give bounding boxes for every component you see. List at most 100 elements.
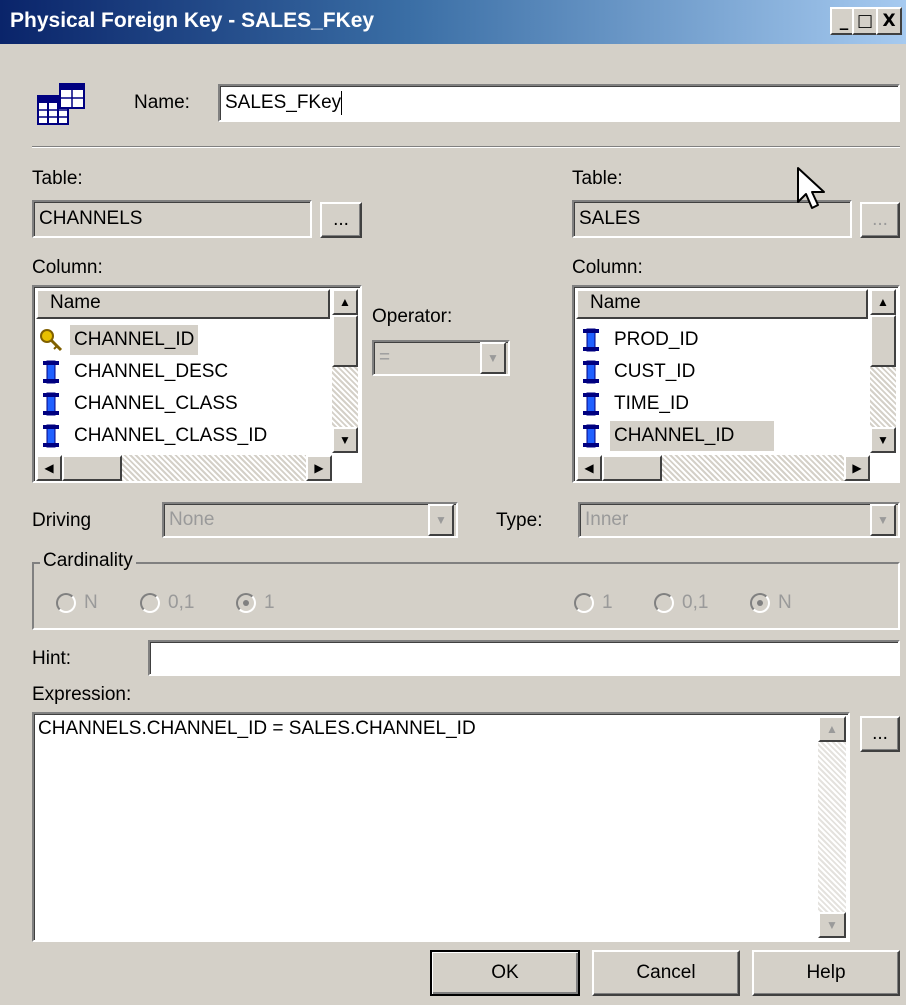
list-item[interactable]: CUST_ID <box>578 357 699 387</box>
right-column-header[interactable]: Name <box>576 289 868 319</box>
radio-icon <box>654 593 674 613</box>
name-input-value: SALES_FKey <box>225 92 342 113</box>
left-list-horizontal-scrollbar[interactable]: ◀ ▶ <box>36 455 332 481</box>
right-column-list[interactable]: Name PROD_ID CUST_ID TIME_ID CHANNEL_ID <box>572 285 900 483</box>
cancel-button[interactable]: Cancel <box>592 950 740 996</box>
cardinality-right-1-radio[interactable]: 1 <box>574 592 613 614</box>
left-table-browse-button[interactable]: ... <box>320 202 362 238</box>
chevron-down-icon[interactable]: ▼ <box>870 504 896 536</box>
right-column-label: Column: <box>572 257 643 278</box>
radio-label: 1 <box>602 592 613 613</box>
scroll-thumb[interactable] <box>332 315 358 367</box>
scroll-up-icon[interactable]: ▲ <box>870 289 896 315</box>
right-table-browse-button[interactable]: ... <box>860 202 900 238</box>
scroll-up-icon[interactable]: ▲ <box>818 716 846 742</box>
left-column-label: Column: <box>32 257 103 278</box>
radio-label: 0,1 <box>682 592 709 613</box>
driving-label: Driving <box>32 510 92 531</box>
help-button[interactable]: Help <box>752 950 900 996</box>
left-column-list[interactable]: Name CHANNEL_ID CHANNEL_DESC CHANNEL_CLA… <box>32 285 362 483</box>
list-item-label: CHANNEL_CLASS <box>74 393 238 414</box>
scroll-down-icon[interactable]: ▼ <box>818 912 846 938</box>
scroll-left-icon[interactable]: ◀ <box>36 455 62 481</box>
driving-select[interactable]: None <box>162 502 458 538</box>
scroll-left-icon[interactable]: ◀ <box>576 455 602 481</box>
scroll-down-icon[interactable]: ▼ <box>332 427 358 453</box>
radio-icon <box>140 593 160 613</box>
hint-label: Hint: <box>32 648 72 669</box>
radio-selected-icon <box>750 593 770 613</box>
scroll-thumb[interactable] <box>602 455 662 481</box>
expression-textarea[interactable]: CHANNELS.CHANNEL_ID = SALES.CHANNEL_ID <box>32 712 850 942</box>
scroll-down-icon[interactable]: ▼ <box>870 427 896 453</box>
list-item[interactable]: TIME_ID <box>578 389 693 419</box>
list-item[interactable]: PROD_ID <box>578 325 702 355</box>
scroll-thumb[interactable] <box>870 315 896 367</box>
ok-button[interactable]: OK <box>430 950 580 996</box>
cardinality-left-01-radio[interactable]: 0,1 <box>140 592 194 614</box>
window-title: Physical Foreign Key - SALES_FKey <box>10 9 375 32</box>
chevron-down-icon[interactable]: ▼ <box>428 504 454 536</box>
type-value: Inner <box>585 509 629 530</box>
left-list-vertical-scrollbar[interactable]: ▲ ▼ <box>332 289 358 453</box>
list-item[interactable]: CHANNEL_CLASS_ID <box>38 421 271 451</box>
left-table-field: CHANNELS <box>32 200 312 238</box>
driving-value: None <box>169 509 215 530</box>
physical-foreign-key-dialog: Physical Foreign Key - SALES_FKey _ □ X … <box>0 0 906 1005</box>
cardinality-right-n-radio[interactable]: N <box>750 592 792 614</box>
scroll-thumb[interactable] <box>62 455 122 481</box>
chevron-down-icon[interactable]: ▼ <box>480 342 506 374</box>
list-item-label: PROD_ID <box>614 329 699 350</box>
text-cursor <box>341 90 343 115</box>
list-item[interactable]: CHANNEL_ID <box>38 325 199 355</box>
right-list-vertical-scrollbar[interactable]: ▲ ▼ <box>870 289 896 453</box>
title-bar[interactable]: Physical Foreign Key - SALES_FKey _ □ X <box>0 0 906 44</box>
list-item-label: TIME_ID <box>614 393 689 414</box>
hint-input[interactable] <box>148 640 900 676</box>
scroll-up-icon[interactable]: ▲ <box>332 289 358 315</box>
expression-vertical-scrollbar[interactable]: ▲ ▼ <box>818 716 846 938</box>
cardinality-left-1-radio[interactable]: 1 <box>236 592 275 614</box>
scroll-right-icon[interactable]: ▶ <box>844 455 870 481</box>
close-button[interactable]: X <box>876 7 902 35</box>
maximize-button[interactable]: □ <box>852 7 878 35</box>
column-icon <box>38 359 64 385</box>
physical-key-icon <box>32 78 92 132</box>
separator <box>32 146 900 148</box>
cardinality-label: Cardinality <box>40 550 136 572</box>
cardinality-right-01-radio[interactable]: 0,1 <box>654 592 708 614</box>
column-icon <box>38 391 64 417</box>
column-icon <box>578 423 604 449</box>
list-item-label: CHANNEL_ID <box>610 421 775 451</box>
type-label: Type: <box>496 510 543 531</box>
right-list-horizontal-scrollbar[interactable]: ◀ ▶ <box>576 455 870 481</box>
name-input[interactable]: SALES_FKey <box>218 84 900 122</box>
radio-icon <box>56 593 76 613</box>
radio-label: N <box>778 592 792 613</box>
radio-label: N <box>84 592 98 613</box>
scroll-right-icon[interactable]: ▶ <box>306 455 332 481</box>
radio-label: 0,1 <box>168 592 195 613</box>
left-column-header[interactable]: Name <box>36 289 330 319</box>
list-item[interactable]: CHANNEL_CLASS <box>38 389 242 419</box>
list-item-label: CUST_ID <box>614 361 696 382</box>
column-icon <box>578 391 604 417</box>
left-table-label: Table: <box>32 168 83 189</box>
operator-label: Operator: <box>372 306 453 327</box>
name-label: Name: <box>134 92 190 113</box>
cardinality-left-n-radio[interactable]: N <box>56 592 98 614</box>
list-item-label: CHANNEL_DESC <box>74 361 229 382</box>
expression-builder-button[interactable]: ... <box>860 716 900 752</box>
column-icon <box>578 327 604 353</box>
column-icon <box>578 359 604 385</box>
operator-value: = <box>379 347 391 368</box>
list-item[interactable]: CHANNEL_ID <box>578 421 775 451</box>
radio-icon <box>574 593 594 613</box>
expression-label: Expression: <box>32 684 132 705</box>
list-item-label: CHANNEL_ID <box>70 325 199 355</box>
radio-selected-icon <box>236 593 256 613</box>
list-item[interactable]: CHANNEL_DESC <box>38 357 232 387</box>
list-item-label: CHANNEL_CLASS_ID <box>74 425 268 446</box>
mouse-pointer-icon <box>796 166 832 214</box>
type-select[interactable]: Inner <box>578 502 900 538</box>
